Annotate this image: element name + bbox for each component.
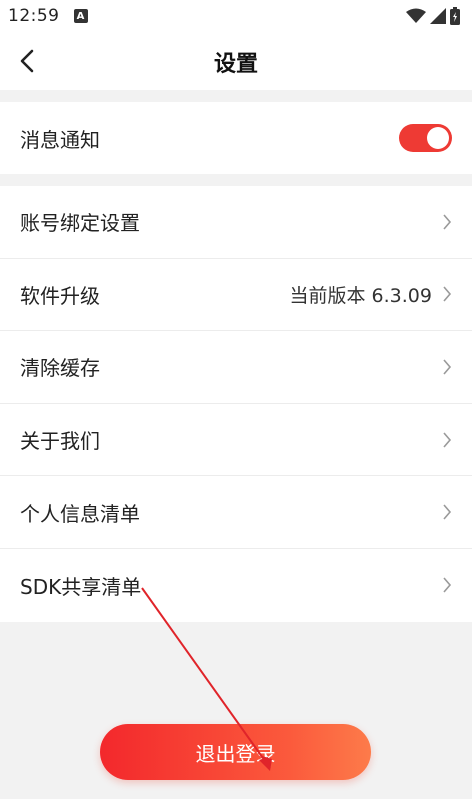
battery-icon [450, 7, 460, 25]
chevron-right-icon [442, 213, 452, 231]
header-bar: 设置 [0, 32, 472, 90]
list-item-personal-info[interactable]: 个人信息清单 [0, 476, 472, 549]
notification-toggle[interactable] [399, 124, 452, 152]
notification-section: 消息通知 [0, 102, 472, 174]
logout-button[interactable]: 退出登录 [100, 724, 371, 780]
chevron-right-icon [442, 358, 452, 376]
list-item-about-us[interactable]: 关于我们 [0, 404, 472, 477]
list-item-label: 关于我们 [20, 429, 100, 454]
signal-icon [430, 8, 446, 24]
list-item-label: 个人信息清单 [20, 501, 140, 526]
settings-list: 账号绑定设置 软件升级 当前版本 6.3.09 清除缓存 关于我们 个人信息清单… [0, 186, 472, 622]
wifi-icon [406, 8, 426, 24]
list-item-label: 软件升级 [20, 283, 100, 308]
toggle-knob [427, 127, 449, 149]
list-item-clear-cache[interactable]: 清除缓存 [0, 331, 472, 404]
chevron-right-icon [442, 503, 452, 521]
list-item-label: 清除缓存 [20, 356, 100, 381]
list-item-label: SDK共享清单 [20, 574, 142, 599]
status-time: 12:59 [8, 6, 60, 26]
list-item-sdk-sharing[interactable]: SDK共享清单 [0, 549, 472, 622]
chevron-right-icon [442, 285, 452, 303]
notification-row: 消息通知 [0, 102, 472, 174]
version-value: 当前版本 6.3.09 [289, 284, 432, 307]
notification-a-icon: A [73, 9, 88, 23]
chevron-right-icon [442, 576, 452, 594]
chevron-right-icon [442, 431, 452, 449]
status-bar: 12:59 A [0, 0, 472, 32]
status-icons [406, 7, 460, 25]
list-item-software-upgrade[interactable]: 软件升级 当前版本 6.3.09 [0, 259, 472, 332]
notification-label: 消息通知 [20, 127, 100, 152]
page-title: 设置 [213, 52, 258, 77]
list-item-label: 账号绑定设置 [20, 211, 140, 236]
list-item-account-binding[interactable]: 账号绑定设置 [0, 186, 472, 259]
